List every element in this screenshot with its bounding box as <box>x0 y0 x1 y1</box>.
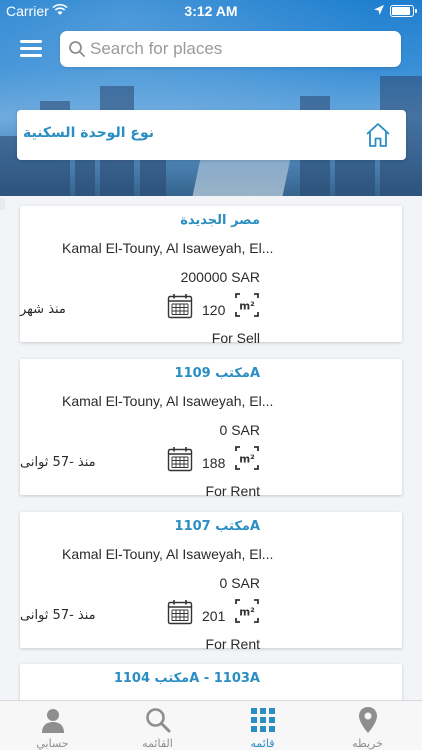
unit-type-selector[interactable]: نوع الوحدة السكنية <box>17 110 406 160</box>
tab-list[interactable]: قائمه <box>210 701 315 750</box>
tab-label: القائمه <box>142 737 173 750</box>
listing-area: 188 <box>202 455 226 471</box>
battery-icon <box>390 5 417 17</box>
calendar-icon <box>167 294 193 319</box>
listing-title: مصر الجديدة <box>180 213 260 228</box>
person-icon <box>42 709 64 733</box>
svg-text:m²: m² <box>239 301 255 313</box>
listing-type: For Sell <box>211 330 260 346</box>
search-icon <box>69 41 85 57</box>
home-icon <box>366 123 390 147</box>
search-input[interactable] <box>90 31 390 67</box>
listing-price: 0 SAR <box>219 575 260 591</box>
listing-card[interactable]: مكتب 1104A - 1103A <box>20 664 402 700</box>
status-time: 3:12 AM <box>184 3 238 19</box>
svg-text:m²: m² <box>239 607 255 619</box>
listing-price: 200000 SAR <box>180 269 260 285</box>
listing-title: مكتب 1104A - 1103A <box>113 671 260 686</box>
tab-account[interactable]: حسابي <box>0 701 105 750</box>
listing-address: Kamal El-Touny, Al Isaweyah, El... <box>62 546 274 562</box>
location-arrow-icon <box>374 5 384 15</box>
area-m2-icon: m² <box>235 599 259 623</box>
search-icon <box>146 708 171 733</box>
listing-title: مكتب 1107A <box>174 519 260 534</box>
svg-text:m²: m² <box>239 454 255 466</box>
listing-address: Kamal El-Touny, Al Isaweyah, El... <box>62 240 274 256</box>
map-pin-icon <box>359 707 377 733</box>
grid-icon <box>251 708 275 732</box>
listing-title: مكتب 1109A <box>174 366 260 381</box>
tab-map[interactable]: خريطه <box>315 701 420 750</box>
listing-posted-time: منذ -57 ثوانى <box>20 608 96 623</box>
area-m2-icon: m² <box>235 293 259 317</box>
hamburger-menu-icon[interactable] <box>20 38 46 60</box>
status-bar: Carrier 3:12 AM <box>0 0 422 22</box>
area-m2-icon: m² <box>235 446 259 470</box>
tab-label: قائمه <box>250 737 275 750</box>
tab-label: حسابي <box>36 737 69 750</box>
tab-label: خريطه <box>352 737 383 750</box>
listing-area: 120 <box>202 302 226 318</box>
tab-search-list[interactable]: القائمه <box>105 701 210 750</box>
listing-card[interactable]: مكتب 1107A Kamal El-Touny, Al Isaweyah, … <box>20 512 402 652</box>
listing-card[interactable]: مصر الجديدة Kamal El-Touny, Al Isaweyah,… <box>20 206 402 346</box>
calendar-icon <box>167 600 193 625</box>
listing-price: 0 SAR <box>219 422 260 438</box>
bottom-tab-bar: حسابي القائمه قائمه خريطه <box>0 700 422 750</box>
unit-type-label: نوع الوحدة السكنية <box>23 125 154 141</box>
listing-address: Kamal El-Touny, Al Isaweyah, El... <box>62 393 274 409</box>
calendar-icon <box>167 447 193 472</box>
listing-type: For Rent <box>205 483 260 499</box>
listing-posted-time: منذ -57 ثوانى <box>20 455 96 470</box>
listing-card[interactable]: مكتب 1109A Kamal El-Touny, Al Isaweyah, … <box>20 359 402 499</box>
header-background <box>0 0 422 196</box>
listing-posted-time: منذ شهر <box>20 302 66 317</box>
listings-list[interactable]: مصر الجديدة Kamal El-Touny, Al Isaweyah,… <box>0 196 422 700</box>
listing-type: For Rent <box>205 636 260 652</box>
listing-area: 201 <box>202 608 226 624</box>
search-bar[interactable] <box>60 31 401 67</box>
